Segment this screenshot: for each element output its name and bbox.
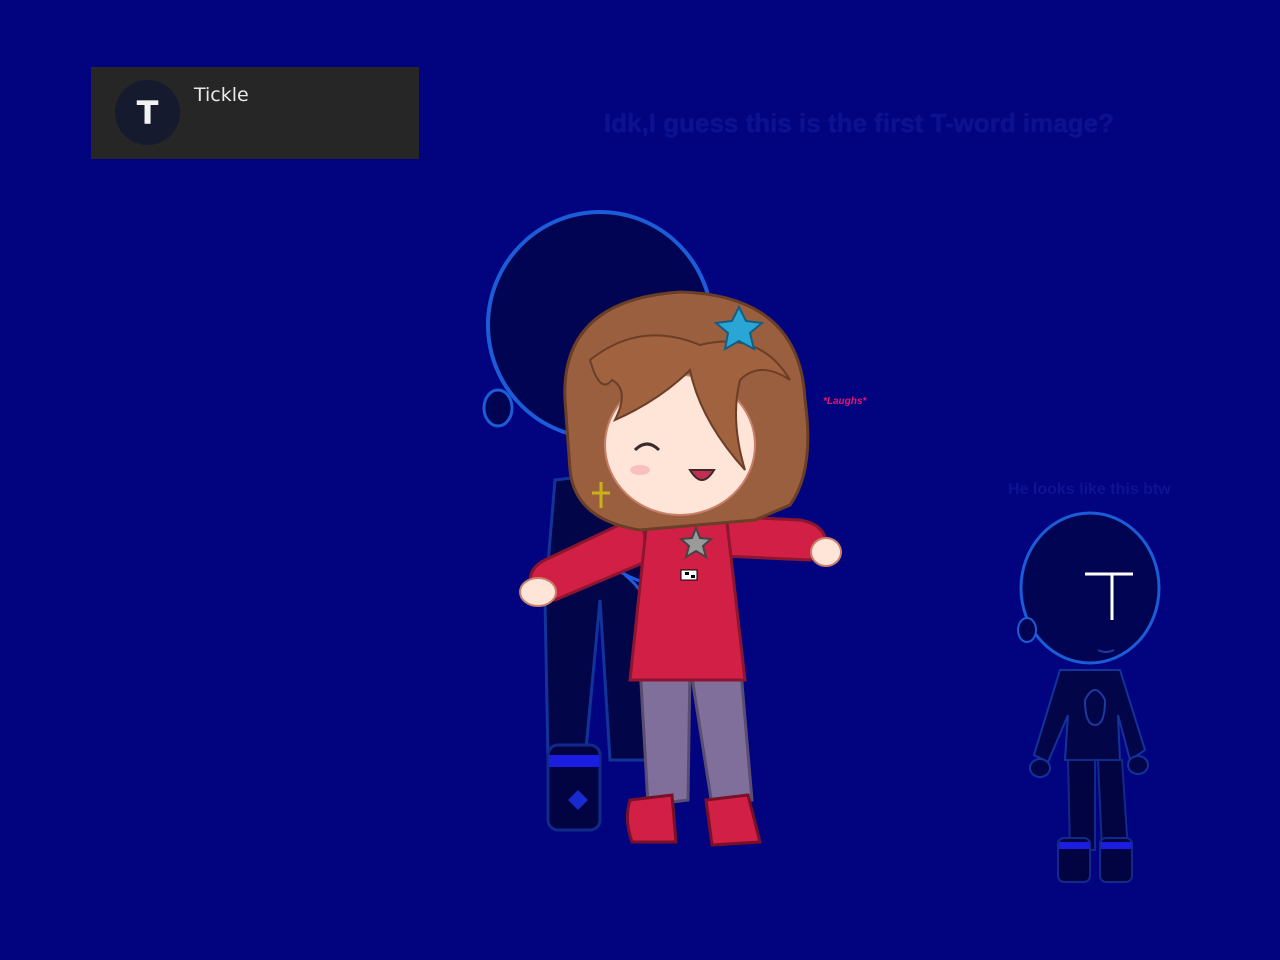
character-sound-text: *Laughs* xyxy=(823,396,867,407)
illustration xyxy=(482,210,1161,883)
side-note: He looks like this btw xyxy=(1008,481,1171,498)
shadow-figure-reference xyxy=(1017,511,1161,883)
